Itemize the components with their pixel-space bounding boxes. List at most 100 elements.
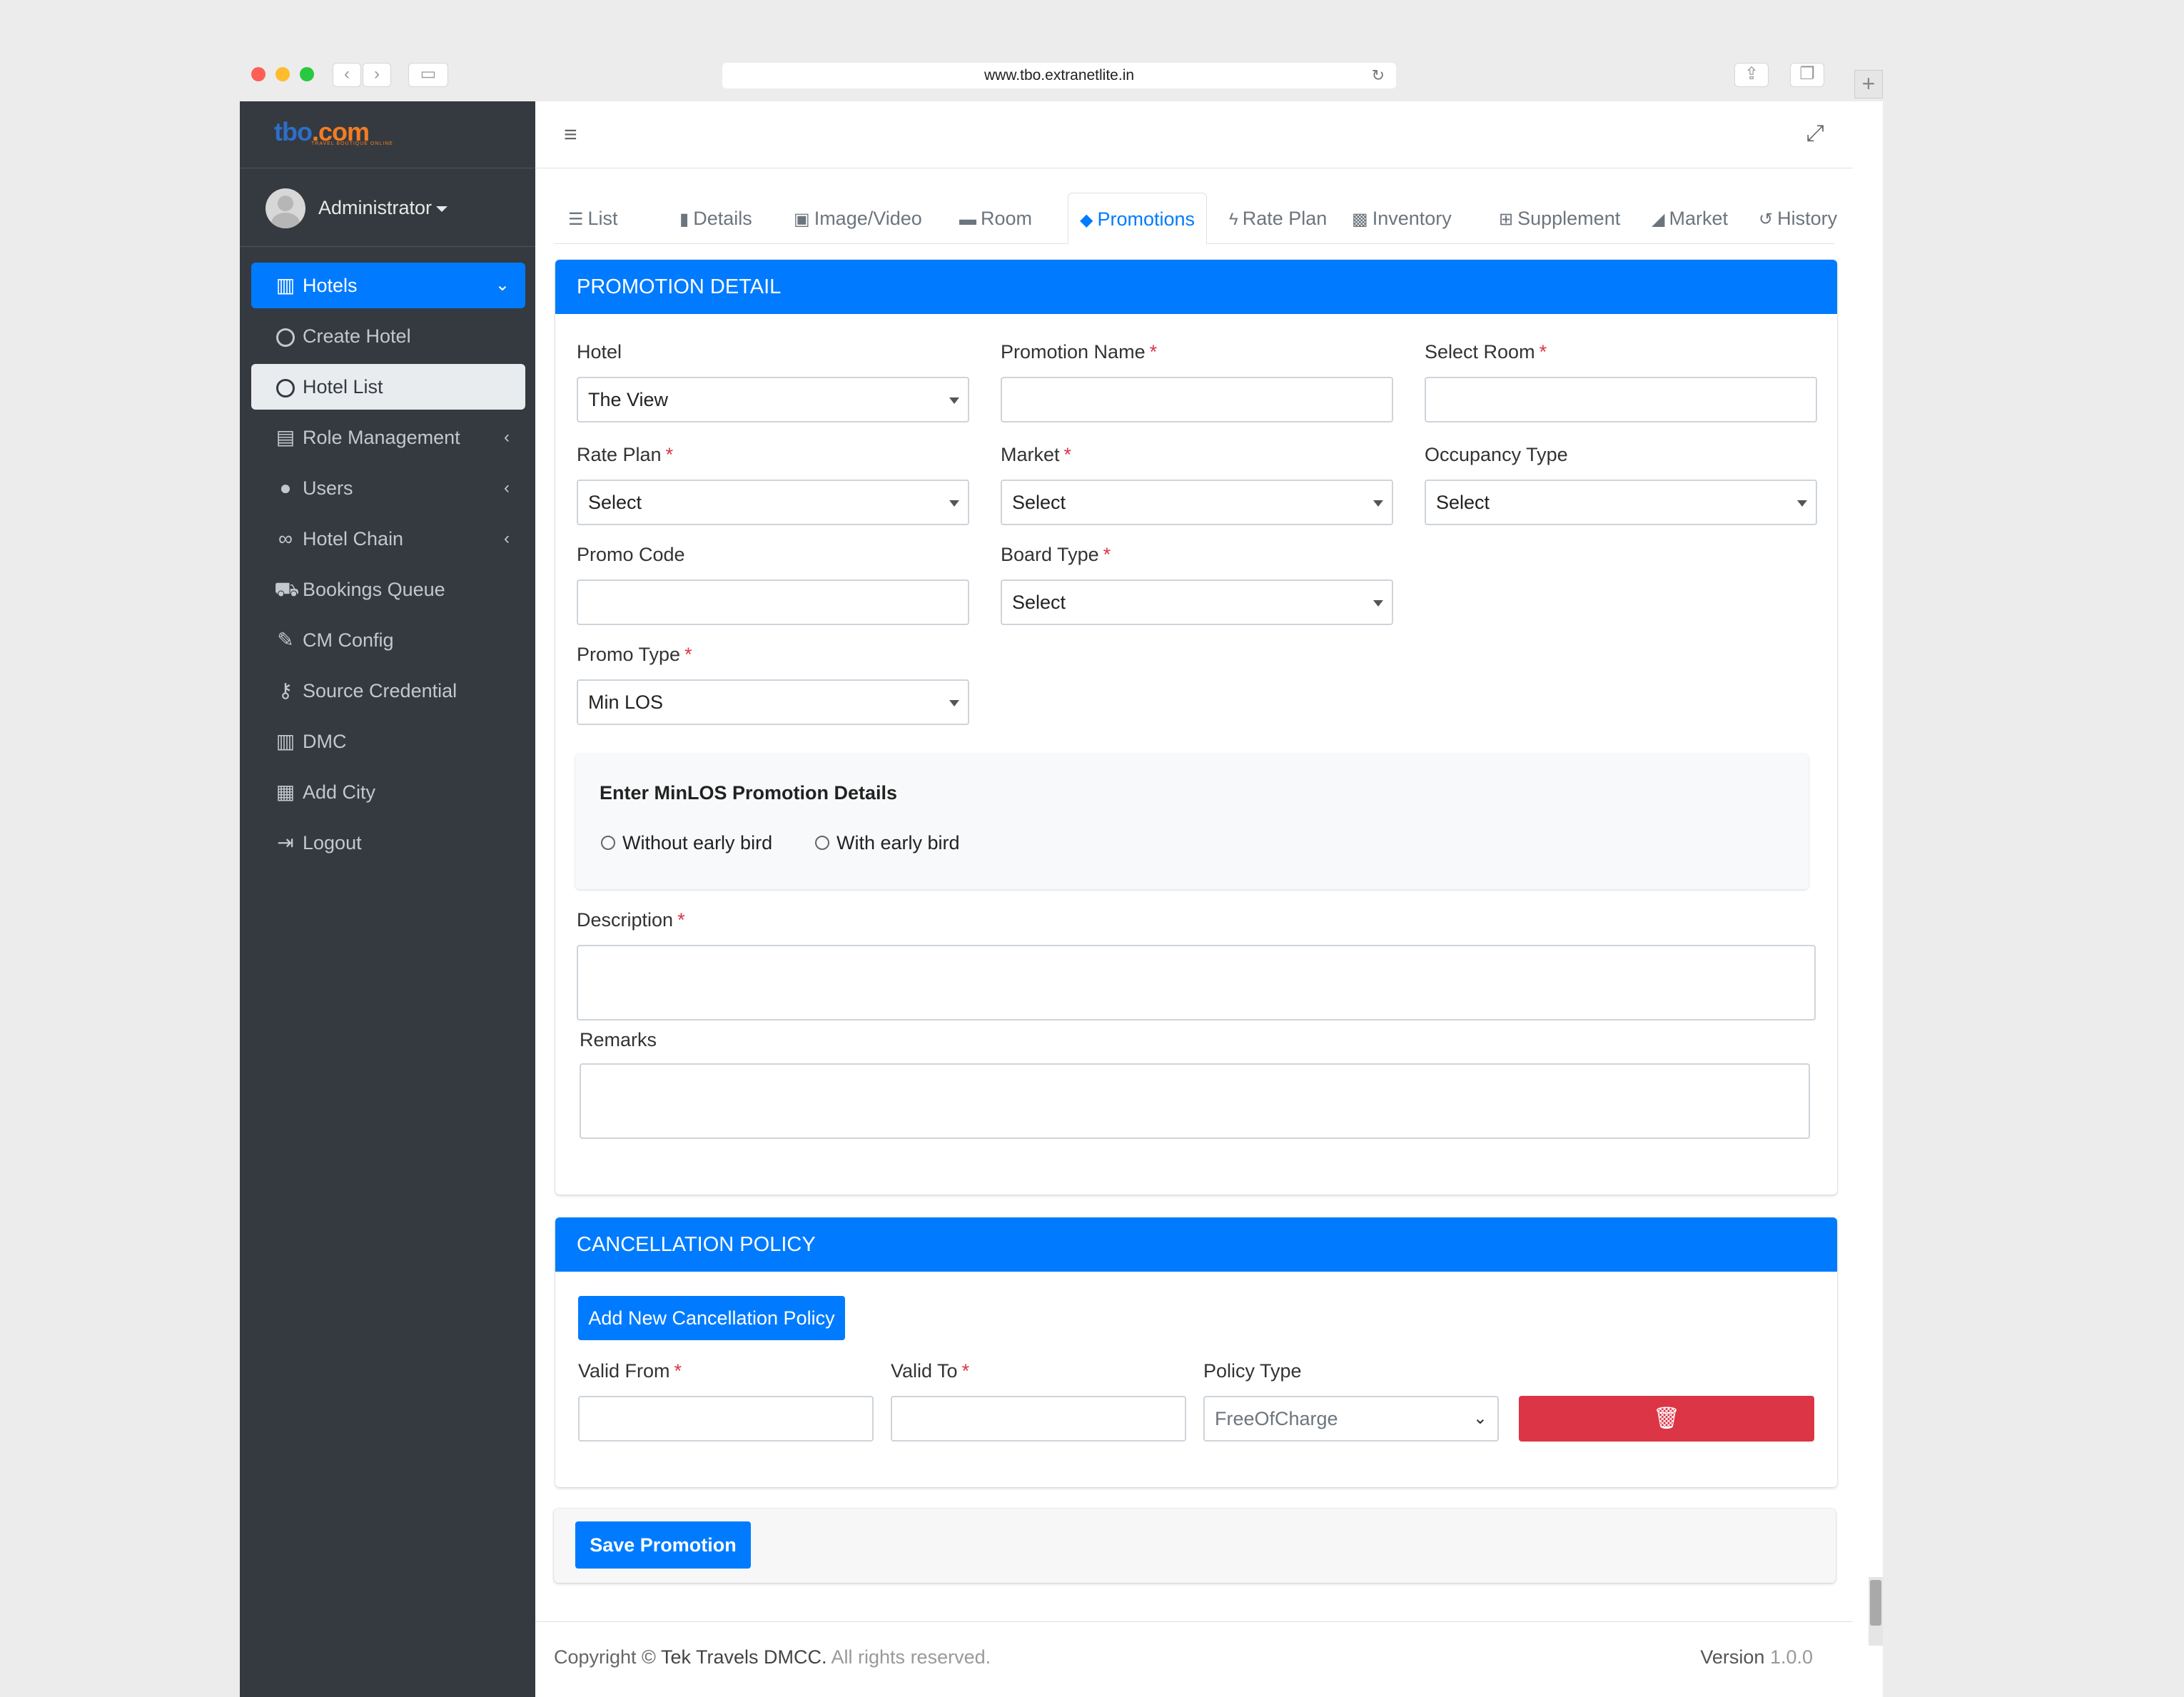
building-icon: ▥	[275, 730, 295, 752]
top-navbar: ≡ ⤢	[535, 101, 1853, 168]
sidebar-item-add-city[interactable]: ▦ Add City	[251, 769, 525, 815]
sidebar-item-label: Role Management	[303, 427, 460, 448]
browser-window: ‹ › ▭ www.tbo.extranetlite.in ↻ ⇪ ❐ + tb…	[240, 57, 1883, 1697]
select-room-input[interactable]	[1425, 377, 1817, 422]
promotion-detail-header: PROMOTION DETAIL	[555, 260, 1837, 314]
tab-room[interactable]: ▬ Room	[959, 193, 1032, 244]
share-icon[interactable]: ⇪	[1734, 63, 1769, 87]
tab-market[interactable]: ◢ Market	[1652, 193, 1728, 244]
maximize-window-button[interactable]	[300, 67, 314, 81]
version-text: Version 1.0.0	[1700, 1646, 1813, 1668]
cancellation-policy-card: CANCELLATION POLICY Add New Cancellation…	[555, 1217, 1837, 1487]
valid-to-input[interactable]	[891, 1396, 1186, 1442]
sidebar-item-bookings-queue[interactable]: ⛟ Bookings Queue	[251, 567, 525, 612]
back-button[interactable]: ‹	[333, 63, 361, 87]
image-icon: ▣	[794, 210, 810, 229]
description-textarea[interactable]	[577, 945, 1816, 1020]
chevron-left-icon: ‹	[504, 529, 510, 548]
building-icon: ▥	[275, 274, 295, 296]
chevron-left-icon: ‹	[504, 427, 510, 447]
forward-button[interactable]: ›	[363, 63, 391, 87]
circle-icon	[274, 313, 297, 359]
user-name[interactable]: Administrator	[318, 197, 448, 219]
sidebar-item-logout[interactable]: ⇥ Logout	[251, 820, 525, 866]
boxes-icon: ▩	[1352, 210, 1368, 229]
sidebar-item-label: Bookings Queue	[303, 579, 445, 600]
occupancy-type-select[interactable]: Select	[1425, 480, 1817, 525]
save-promotion-button[interactable]: Save Promotion	[575, 1521, 751, 1569]
user-panel[interactable]: Administrator	[240, 168, 535, 247]
sidebar-item-hotels[interactable]: ▥ Hotels ⌄	[251, 263, 525, 308]
policy-type-select[interactable]: FreeOfCharge ⌄	[1203, 1396, 1499, 1442]
address-bar[interactable]: www.tbo.extranetlite.in ↻	[722, 63, 1396, 88]
promo-type-select[interactable]: Min LOS	[577, 679, 969, 725]
sidebar-item-label: Users	[303, 477, 353, 499]
tab-rate-plan[interactable]: ϟ Rate Plan	[1229, 193, 1327, 244]
hotel-tabs: ☰ List ▮ Details ▣ Image/Video ▬ Room ◆ Promo…	[554, 193, 1837, 244]
sidebar-item-hotel-list[interactable]: Hotel List	[251, 364, 525, 410]
board-type-label: Board Type *	[1001, 544, 1111, 565]
chevron-down-icon: ⌄	[1472, 1409, 1487, 1428]
new-tab-button[interactable]: +	[1854, 70, 1883, 98]
tab-promotions[interactable]: ◆ Promotions	[1068, 193, 1208, 244]
promotion-name-input[interactable]	[1001, 377, 1393, 422]
delete-policy-button[interactable]: 🗑	[1519, 1396, 1814, 1442]
bolt-icon: ϟ	[1229, 210, 1238, 229]
valid-from-input[interactable]	[578, 1396, 874, 1442]
sidebar-item-hotel-chain[interactable]: ∞ Hotel Chain ‹	[251, 516, 525, 562]
fullscreen-icon[interactable]: ⤢	[1806, 120, 1824, 147]
history-icon: ↺	[1759, 210, 1774, 229]
sidebar-item-cm-config[interactable]: ✎ CM Config	[251, 617, 525, 663]
valid-from-label: Valid From *	[578, 1360, 682, 1382]
copyright-text: Copyright © Tek Travels DMCC. All rights…	[554, 1646, 991, 1668]
tab-details[interactable]: ▮ Details	[679, 193, 752, 244]
avatar	[266, 188, 305, 228]
form-footer: Save Promotion	[554, 1509, 1836, 1583]
sidebar-item-create-hotel[interactable]: Create Hotel	[251, 313, 525, 359]
link-icon: ∞	[278, 527, 293, 549]
sidebar-toggle-icon[interactable]: ▭	[408, 63, 448, 87]
radio-circle-icon	[601, 835, 615, 850]
policy-type-label: Policy Type	[1203, 1360, 1302, 1382]
promo-code-input[interactable]	[577, 579, 969, 625]
content: ☰ List ▮ Details ▣ Image/Video ▬ Room ◆ Promo…	[535, 168, 1853, 1624]
without-early-bird-radio[interactable]: Without early bird	[601, 832, 772, 854]
chevron-left-icon: ‹	[504, 478, 510, 497]
tab-history[interactable]: ↺ History	[1759, 193, 1837, 244]
logout-icon: ⇥	[277, 831, 294, 853]
remarks-textarea[interactable]	[580, 1063, 1810, 1139]
add-cancellation-policy-button[interactable]: Add New Cancellation Policy	[578, 1296, 845, 1340]
tab-image-video[interactable]: ▣ Image/Video	[794, 193, 922, 244]
minimize-window-button[interactable]	[275, 67, 290, 81]
tab-supplement[interactable]: ⊞ Supplement	[1499, 193, 1620, 244]
market-label: Market *	[1001, 444, 1072, 465]
cart-icon: ⛟	[274, 578, 300, 600]
circle-icon	[274, 364, 297, 410]
rate-plan-select[interactable]: Select	[577, 480, 969, 525]
key-icon: ⚷	[278, 679, 293, 701]
reload-icon[interactable]: ↻	[1372, 63, 1385, 88]
clipboard-icon: ▤	[275, 426, 295, 448]
page-scrollbar[interactable]	[1869, 1577, 1883, 1646]
tabs-overview-icon[interactable]: ❐	[1790, 63, 1824, 87]
sidebar-item-label: Source Credential	[303, 680, 457, 701]
bed-icon: ▬	[959, 210, 976, 229]
chart-area-icon: ◢	[1652, 210, 1665, 229]
cancellation-policy-header: CANCELLATION POLICY	[555, 1217, 1837, 1272]
brand[interactable]: tbo.com TRAVEL BOUTIQUE ONLINE	[240, 101, 535, 168]
hamburger-menu-icon[interactable]: ≡	[564, 121, 577, 148]
close-window-button[interactable]	[251, 67, 266, 81]
plus-square-icon: ⊞	[1499, 210, 1514, 229]
sidebar-item-source-credential[interactable]: ⚷ Source Credential	[251, 668, 525, 714]
sidebar-item-role-management[interactable]: ▤ Role Management ‹	[251, 415, 525, 460]
board-type-select[interactable]: Select	[1001, 579, 1393, 625]
sidebar-item-dmc[interactable]: ▥ DMC	[251, 719, 525, 764]
market-select[interactable]: Select	[1001, 480, 1393, 525]
hotel-select[interactable]: The View	[577, 377, 969, 422]
description-label: Description *	[577, 909, 685, 931]
tab-inventory[interactable]: ▩ Inventory	[1352, 193, 1452, 244]
occupancy-type-label: Occupancy Type	[1425, 444, 1568, 465]
tab-list[interactable]: ☰ List	[568, 193, 618, 244]
with-early-bird-radio[interactable]: With early bird	[815, 832, 960, 854]
sidebar-item-users[interactable]: ● Users ‹	[251, 465, 525, 511]
